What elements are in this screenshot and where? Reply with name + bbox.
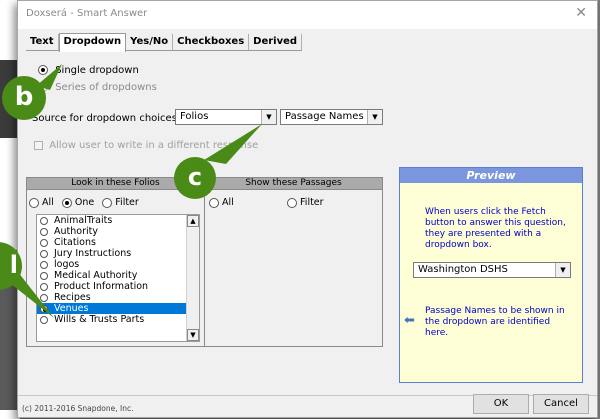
preview-note: Passage Names to be shown in the dropdow… bbox=[425, 306, 565, 338]
folio-item-label: Citations bbox=[54, 237, 96, 248]
folio-item-label: Medical Authority bbox=[54, 270, 138, 281]
arrow-left-icon: ⬅ bbox=[404, 313, 415, 328]
passage-select[interactable]: Passage Names ▼ bbox=[280, 109, 383, 125]
callout-b-pointer bbox=[36, 64, 62, 90]
folio-list-item[interactable]: Jury Instructions bbox=[37, 248, 199, 259]
callout-partial-pointer bbox=[6, 272, 54, 318]
preview-title: Preview bbox=[400, 168, 582, 183]
close-icon[interactable]: ✕ bbox=[575, 5, 587, 21]
cancel-button[interactable]: Cancel bbox=[533, 394, 589, 414]
preview-dropdown[interactable]: Washington DSHS ▼ bbox=[413, 262, 571, 278]
window-title: Doxserá - Smart Answer bbox=[26, 8, 148, 19]
preview-dropdown-value: Washington DSHS bbox=[418, 264, 508, 275]
look-one-radio[interactable] bbox=[61, 197, 72, 208]
tab-checkboxes[interactable]: Checkboxes bbox=[173, 34, 250, 50]
show-filter-option[interactable]: Filter bbox=[287, 197, 324, 208]
folio-list-scrollbar[interactable]: ▲ ▼ bbox=[186, 215, 199, 341]
folio-item-radio[interactable] bbox=[40, 216, 48, 225]
show-all-label: All bbox=[222, 197, 234, 208]
folio-item-radio[interactable] bbox=[40, 260, 48, 269]
chevron-down-icon[interactable]: ▼ bbox=[555, 263, 570, 277]
source-label: Source for dropdown choices: bbox=[32, 113, 181, 124]
folio-list-item[interactable]: logos bbox=[37, 259, 199, 270]
folio-item-radio[interactable] bbox=[40, 227, 48, 236]
callout-c-pointer bbox=[204, 124, 262, 164]
look-one-label: One bbox=[74, 197, 95, 208]
folio-item-label: logos bbox=[54, 259, 80, 270]
folio-item-radio[interactable] bbox=[40, 249, 48, 258]
folio-list-item[interactable]: AnimalTraits bbox=[37, 215, 199, 226]
folio-list-item[interactable]: Authority bbox=[37, 226, 199, 237]
show-filter-radio[interactable] bbox=[287, 197, 297, 208]
copyright: (c) 2011-2016 Snapdone, Inc. bbox=[22, 404, 134, 413]
scroll-down-icon[interactable]: ▼ bbox=[187, 329, 199, 341]
folio-item-radio[interactable] bbox=[40, 238, 48, 247]
preview-text: When users click the Fetch button to ans… bbox=[425, 207, 566, 250]
folio-item-label: Authority bbox=[54, 226, 98, 237]
show-passages-panel: Show these Passages All Filter bbox=[205, 177, 383, 347]
tab-yes-no[interactable]: Yes/No bbox=[126, 34, 174, 50]
ok-button[interactable]: OK bbox=[473, 394, 529, 414]
tab-derived[interactable]: Derived bbox=[249, 34, 303, 50]
scroll-up-icon[interactable]: ▲ bbox=[187, 215, 199, 227]
look-all-radio[interactable] bbox=[29, 197, 39, 208]
tab-dropdown[interactable]: Dropdown bbox=[58, 33, 127, 52]
preview-panel: Preview When users click the Fetch butto… bbox=[399, 167, 583, 383]
tab-strip: Text Dropdown Yes/No Checkboxes Derived bbox=[26, 33, 303, 52]
show-filter-label: Filter bbox=[300, 197, 324, 208]
show-passages-header: Show these Passages bbox=[205, 178, 382, 190]
look-in-options: All One Filter bbox=[29, 197, 139, 208]
show-all-option[interactable]: All bbox=[209, 197, 234, 208]
smart-answer-dialog: Doxserá - Smart Answer ✕ Text Dropdown Y… bbox=[17, 0, 598, 418]
allow-write-checkbox[interactable] bbox=[34, 140, 43, 150]
folio-item-label: Wills & Trusts Parts bbox=[54, 314, 145, 325]
show-all-radio[interactable] bbox=[209, 197, 219, 208]
passage-select-value: Passage Names bbox=[285, 111, 364, 122]
title-bar: Doxserá - Smart Answer ✕ bbox=[18, 1, 597, 29]
folio-item-label: AnimalTraits bbox=[54, 215, 113, 226]
look-filter-label: Filter bbox=[115, 197, 139, 208]
look-filter-radio[interactable] bbox=[102, 197, 113, 208]
folio-list-item[interactable]: Citations bbox=[37, 237, 199, 248]
folio-item-label: Jury Instructions bbox=[54, 248, 132, 259]
chevron-down-icon[interactable]: ▼ bbox=[367, 110, 382, 124]
tab-text[interactable]: Text bbox=[26, 34, 59, 50]
look-all-label: All bbox=[42, 197, 54, 208]
folio-item-label: Product Information bbox=[54, 281, 149, 292]
